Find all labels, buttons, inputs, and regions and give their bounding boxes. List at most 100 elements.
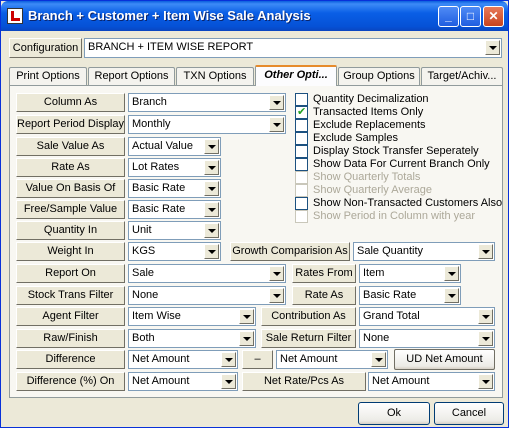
checkbox-box[interactable] (295, 158, 308, 171)
difference-dash: – (242, 350, 273, 369)
rates-from-value: Item (363, 267, 385, 279)
sale-value-as-value: Actual Value (132, 140, 193, 152)
tab-group-options[interactable]: Group Options (338, 67, 420, 85)
configuration-combo[interactable]: BRANCH + ITEM WISE REPORT (84, 38, 502, 58)
chevron-down-icon[interactable] (239, 331, 254, 346)
tab-txn-options[interactable]: TXN Options (176, 67, 254, 85)
rate-as-2-value: Basic Rate (363, 289, 417, 301)
chevron-down-icon[interactable] (371, 352, 386, 367)
value-basis-label: Value On Basis Of (16, 179, 125, 198)
agent-filter-label: Agent Filter (16, 307, 125, 326)
chevron-down-icon[interactable] (204, 181, 219, 196)
value-basis-value: Basic Rate (132, 182, 186, 194)
checkbox-label: Display Stock Transfer Seperately (313, 145, 479, 157)
checkbox-box (295, 210, 308, 223)
checkbox-box[interactable] (295, 197, 308, 210)
difference-combo-2[interactable]: Net Amount (276, 350, 388, 369)
checkbox-label: Transacted Items Only (313, 106, 424, 118)
checkbox-label: Exclude Samples (313, 132, 398, 144)
minimize-button[interactable]: _ (438, 6, 459, 27)
chevron-down-icon[interactable] (204, 139, 219, 154)
column-as-value: Branch (132, 96, 167, 108)
ok-button[interactable]: Ok (358, 402, 430, 425)
rates-from-label: Rates From (292, 264, 356, 283)
cancel-button[interactable]: Cancel (434, 402, 504, 425)
column-as-label-text: Column As (43, 96, 98, 108)
rates-from-combo[interactable]: Item (359, 264, 461, 283)
chevron-down-icon[interactable] (478, 331, 493, 346)
tab-other-options[interactable]: Other Opti... (255, 65, 337, 86)
app-icon (7, 8, 23, 24)
chevron-down-icon[interactable] (269, 95, 284, 110)
checkbox-label: Show Period in Column with year (313, 210, 476, 222)
column-as-combo[interactable]: Branch (128, 93, 286, 112)
report-period-combo[interactable]: Monthly (128, 115, 286, 134)
tab-print-options[interactable]: Print Options (9, 67, 87, 85)
chevron-down-icon[interactable] (269, 117, 284, 132)
tab-report-options[interactable]: Report Options (88, 67, 175, 85)
agent-filter-combo[interactable]: Item Wise (128, 307, 256, 326)
chevron-down-icon[interactable] (478, 244, 493, 259)
checkbox-label: Show Non-Transacted Customers Also (313, 197, 503, 209)
weight-in-label: Weight In (16, 242, 125, 261)
chevron-down-icon[interactable] (269, 266, 284, 281)
sale-return-combo[interactable]: None (359, 329, 495, 348)
contribution-as-label: Contribution As (261, 307, 356, 326)
chevron-down-icon[interactable] (478, 309, 493, 324)
close-icon: ✕ (488, 9, 499, 23)
free-sample-combo[interactable]: Basic Rate (128, 200, 221, 219)
ud-net-amount-button[interactable]: UD Net Amount (394, 349, 495, 370)
options-tabs: Print Options Report Options TXN Options… (9, 65, 503, 86)
sale-return-value: None (363, 332, 390, 344)
net-rate-combo[interactable]: Net Amount (368, 372, 495, 391)
value-basis-combo[interactable]: Basic Rate (128, 179, 221, 198)
weight-in-combo[interactable]: KGS (128, 242, 221, 261)
stock-trans-combo[interactable]: None (128, 286, 286, 305)
stock-trans-label: Stock Trans Filter (16, 286, 125, 305)
chevron-down-icon[interactable] (221, 352, 236, 367)
chevron-down-icon[interactable] (478, 374, 493, 389)
chevron-down-icon[interactable] (444, 288, 459, 303)
quantity-in-combo[interactable]: Unit (128, 221, 221, 240)
title-bar[interactable]: Branch + Customer + Item Wise Sale Analy… (1, 1, 508, 31)
checkbox-box[interactable] (295, 105, 308, 119)
agent-filter-value: Item Wise (132, 310, 181, 322)
contribution-as-combo[interactable]: Grand Total (359, 307, 495, 326)
close-button[interactable]: ✕ (483, 6, 504, 27)
difference-value-1: Net Amount (132, 353, 190, 365)
difference-pct-value: Net Amount (132, 375, 190, 387)
column-as-label: Column As (16, 93, 125, 112)
checkbox-box[interactable] (295, 119, 308, 132)
checkbox-box[interactable] (295, 145, 308, 158)
checkbox-box[interactable] (295, 132, 308, 145)
configuration-label: Configuration (9, 38, 82, 58)
chevron-down-icon[interactable] (444, 266, 459, 281)
report-on-combo[interactable]: Sale (128, 264, 286, 283)
growth-as-combo[interactable]: Sale Quantity (353, 242, 495, 261)
sale-value-as-combo[interactable]: Actual Value (128, 137, 221, 156)
tab-target-achievement[interactable]: Target/Achiv... (421, 67, 503, 85)
difference-pct-combo[interactable]: Net Amount (128, 372, 238, 391)
chevron-down-icon[interactable] (204, 244, 219, 259)
chevron-down-icon[interactable] (269, 288, 284, 303)
checkbox-box (295, 184, 308, 197)
rate-as-2-combo[interactable]: Basic Rate (359, 286, 461, 305)
chevron-down-icon[interactable] (221, 374, 236, 389)
chevron-down-icon[interactable] (204, 202, 219, 217)
report-on-label: Report On (16, 264, 125, 283)
maximize-button[interactable]: □ (460, 6, 481, 27)
checkbox-box (295, 171, 308, 184)
chevron-down-icon[interactable] (204, 160, 219, 175)
difference-value-2: Net Amount (280, 353, 338, 365)
chevron-down-icon[interactable] (485, 40, 500, 55)
checkbox-label: Show Quarterly Totals (313, 171, 421, 183)
rate-as-value: Lot Rates (132, 161, 180, 173)
rate-as-combo[interactable]: Lot Rates (128, 158, 221, 177)
difference-combo-1[interactable]: Net Amount (128, 350, 238, 369)
checkbox-label: Quantity Decimalization (313, 93, 429, 105)
raw-finish-label: Raw/Finish (16, 329, 125, 348)
raw-finish-combo[interactable]: Both (128, 329, 256, 348)
chevron-down-icon[interactable] (204, 223, 219, 238)
chevron-down-icon[interactable] (239, 309, 254, 324)
growth-as-value: Sale Quantity (357, 245, 424, 257)
